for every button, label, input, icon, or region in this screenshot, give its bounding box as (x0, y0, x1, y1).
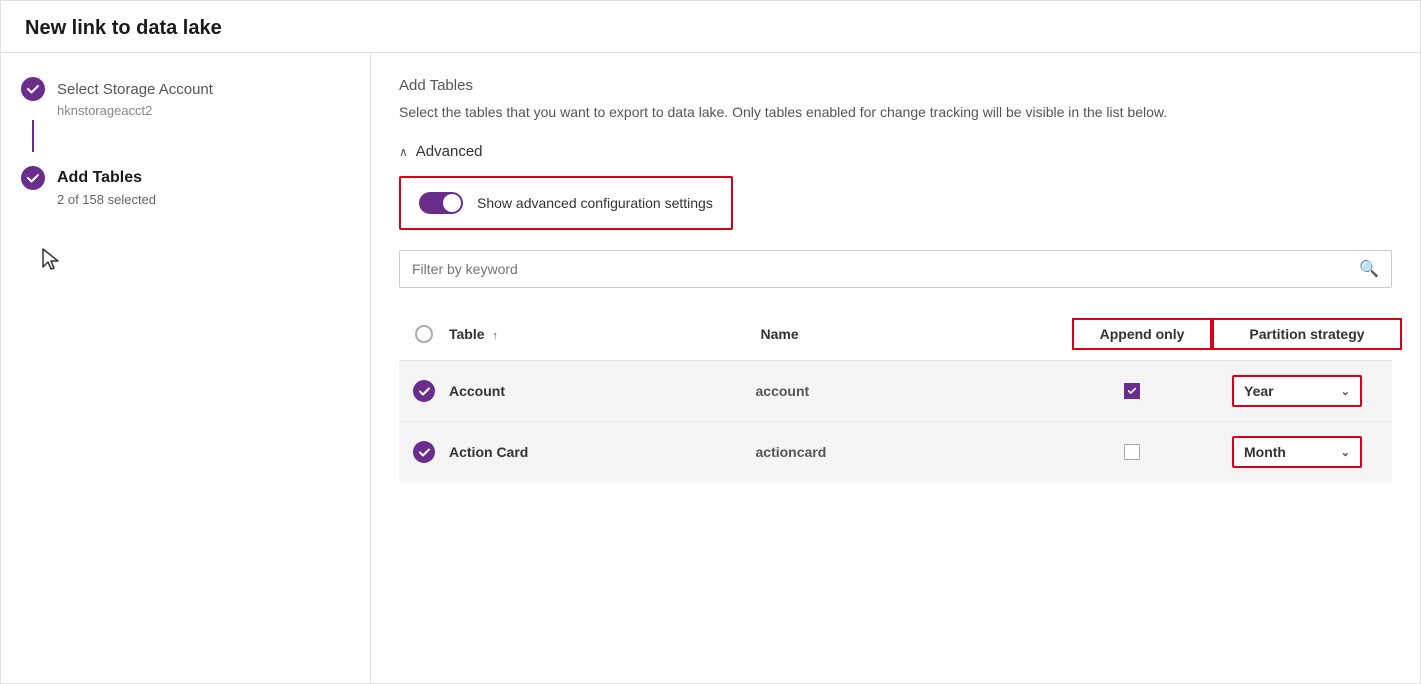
header-append-col: Append only (1072, 318, 1212, 350)
step2-subtitle: 2 of 158 selected (57, 192, 350, 207)
row2-partition-dropdown[interactable]: Month ⌄ (1232, 436, 1362, 468)
page-title: New link to data lake (1, 1, 1420, 53)
toggle-thumb (443, 194, 461, 212)
main-panel: Add Tables Select the tables that you wa… (371, 53, 1420, 683)
row1-name-value: account (756, 383, 1063, 399)
table-header-row: Table ↑ Name Append only Partition strat… (399, 308, 1392, 361)
advanced-header[interactable]: ∧ Advanced (399, 143, 1392, 160)
row2-name-value: actioncard (756, 444, 1063, 460)
sidebar-step-select-storage: Select Storage Account hknstorageacct2 (21, 77, 350, 154)
row1-partition-value: Year (1244, 383, 1274, 399)
toggle-track (419, 192, 463, 214)
sort-arrow-icon[interactable]: ↑ (492, 330, 498, 342)
dropdown-arrow-icon: ⌄ (1341, 446, 1350, 459)
row2-checkbox-col[interactable] (399, 441, 449, 463)
cursor-icon (41, 247, 350, 279)
partition-strategy-header: Partition strategy (1212, 318, 1402, 350)
append-only-header: Append only (1072, 318, 1212, 350)
dropdown-arrow-icon: ⌄ (1341, 385, 1350, 398)
row2-table-name: Action Card (449, 444, 756, 460)
step1-title: Select Storage Account (57, 81, 213, 98)
sidebar-step-add-tables: Add Tables 2 of 158 selected (21, 166, 350, 207)
row2-partition-value: Month (1244, 444, 1286, 460)
table-row: Action Card actioncard Month ⌄ (399, 422, 1392, 482)
chevron-up-icon: ∧ (399, 145, 408, 159)
row1-append-cell[interactable] (1062, 383, 1202, 399)
sidebar: Select Storage Account hknstorageacct2 A… (1, 53, 371, 683)
advanced-toggle-switch[interactable] (419, 192, 463, 214)
row2-append-cell[interactable] (1062, 444, 1202, 460)
advanced-label: Advanced (416, 143, 483, 160)
advanced-toggle-row[interactable]: Show advanced configuration settings (399, 176, 733, 230)
section-title: Add Tables (399, 77, 1392, 94)
search-bar: 🔍 (399, 250, 1392, 288)
header-radio[interactable] (415, 325, 433, 343)
row1-checkbox-col[interactable] (399, 380, 449, 402)
header-checkbox-col (399, 325, 449, 343)
header-table-col: Table ↑ (449, 326, 761, 342)
row2-partition-cell[interactable]: Month ⌄ (1202, 436, 1392, 468)
content-area: Select Storage Account hknstorageacct2 A… (1, 53, 1420, 683)
section-desc: Select the tables that you want to expor… (399, 102, 1299, 123)
step2-indicator (21, 166, 45, 190)
row1-partition-dropdown[interactable]: Year ⌄ (1232, 375, 1362, 407)
toggle-label: Show advanced configuration settings (477, 195, 713, 211)
row1-partition-cell[interactable]: Year ⌄ (1202, 375, 1392, 407)
row2-check-icon[interactable] (413, 441, 435, 463)
table-row: Account account Year ⌄ (399, 361, 1392, 422)
step2-title: Add Tables (57, 169, 142, 187)
tables-list: Table ↑ Name Append only Partition strat… (399, 308, 1392, 482)
row1-table-name: Account (449, 383, 756, 399)
row1-check-icon[interactable] (413, 380, 435, 402)
search-input[interactable] (412, 261, 1359, 277)
search-icon: 🔍 (1359, 259, 1379, 279)
header-name-col: Name (761, 326, 1073, 342)
header-partition-col: Partition strategy (1212, 318, 1392, 350)
step1-indicator (21, 77, 45, 101)
row2-append-checkbox[interactable] (1124, 444, 1140, 460)
step-connector-line (32, 120, 34, 152)
row1-append-checkbox[interactable] (1124, 383, 1140, 399)
page-container: New link to data lake Select Storage Acc… (0, 0, 1421, 684)
step1-subtitle: hknstorageacct2 (57, 103, 350, 118)
